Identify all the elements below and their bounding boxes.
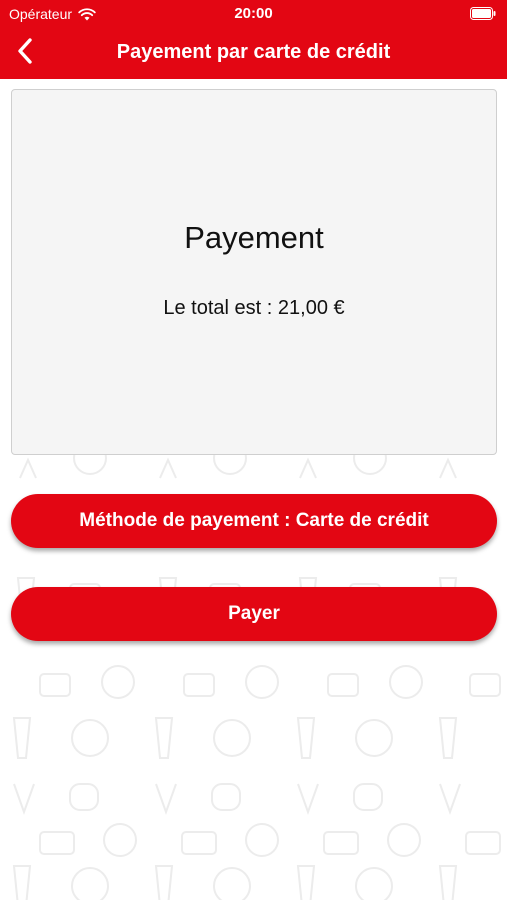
payment-heading: Payement: [184, 220, 324, 255]
payment-method-button[interactable]: Méthode de payement : Carte de crédit: [11, 494, 497, 548]
app-header: Opérateur 20:00 Payement par carte de cr…: [0, 0, 507, 79]
status-bar: Opérateur 20:00: [0, 0, 507, 28]
battery-icon: [470, 7, 496, 20]
payment-total: Le total est : 21,00 €: [163, 297, 345, 319]
pay-button[interactable]: Payer: [11, 587, 497, 641]
page-title: Payement par carte de crédit: [116, 41, 391, 63]
payment-summary-card: Payement Le total est : 21,00 €: [11, 89, 497, 455]
status-clock: 20:00: [234, 5, 273, 22]
nav-bar: Payement par carte de crédit: [0, 28, 507, 78]
